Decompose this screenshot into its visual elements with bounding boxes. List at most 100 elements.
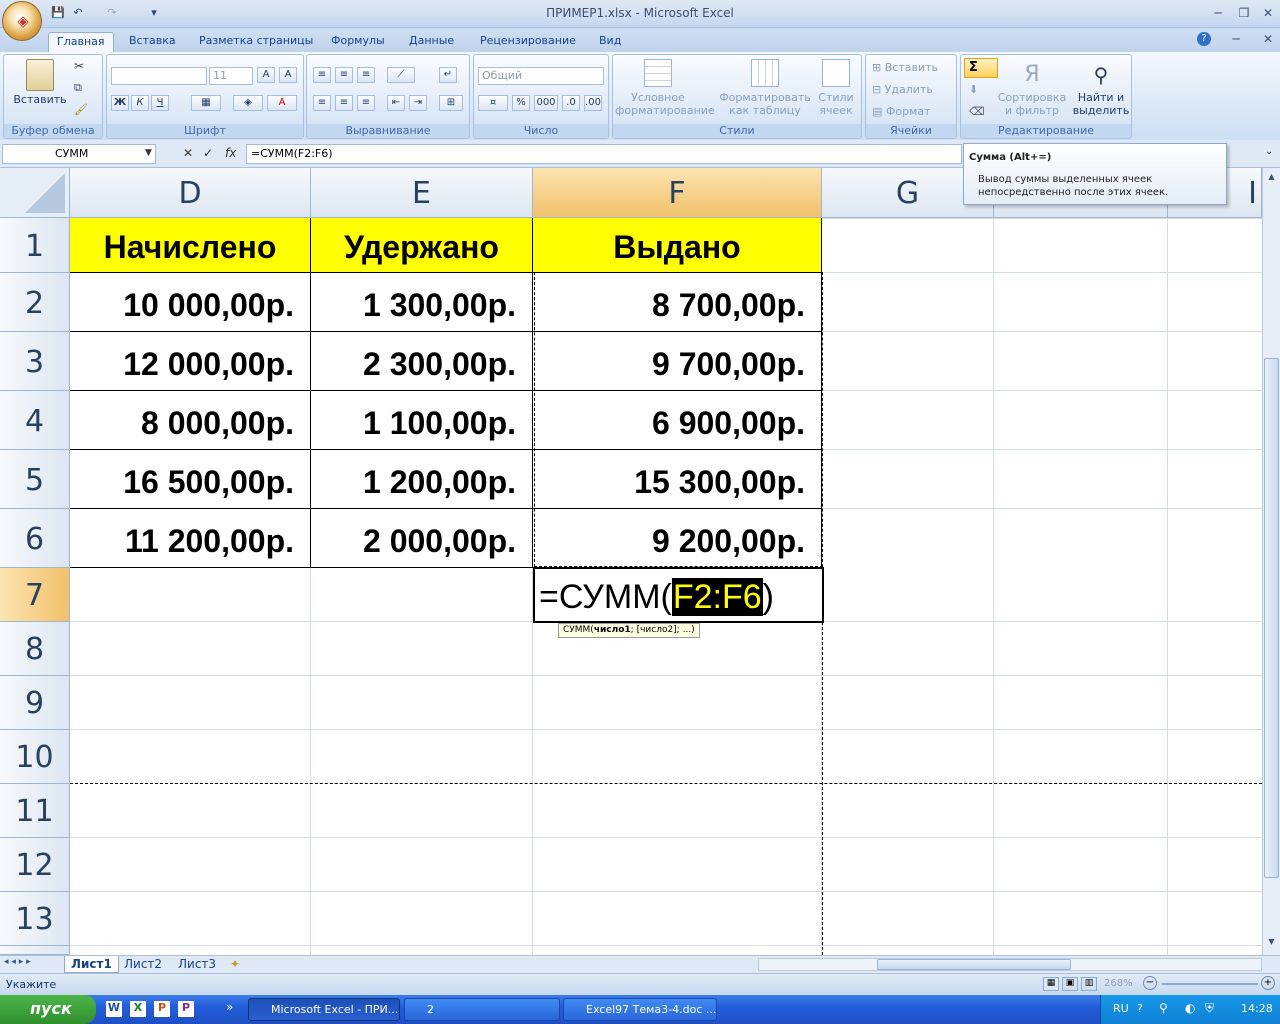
help-tray-icon[interactable]: ? <box>1137 1002 1143 1015</box>
redo-icon[interactable]: ↷ <box>104 5 120 21</box>
tab-page-layout[interactable]: Разметка страницы <box>191 32 321 52</box>
font-name-combo[interactable] <box>111 67 207 85</box>
network-tray-icon[interactable]: ⚲ <box>1159 1001 1168 1015</box>
tab-formulas[interactable]: Формулы <box>323 32 393 52</box>
cell-e4[interactable]: 1 100,00р. <box>311 391 533 450</box>
taskbar-word-window[interactable]: Excel97 Тема3-4.doc ... <box>563 998 717 1021</box>
orientation-icon[interactable]: ⟋ <box>387 67 415 83</box>
cut-icon[interactable]: ✂ <box>74 59 84 73</box>
percent-icon[interactable]: % <box>512 95 530 111</box>
cell-e2[interactable]: 1 300,00р. <box>311 273 533 332</box>
currency-icon[interactable]: ¤ <box>478 95 508 111</box>
powerpoint-quicklaunch-icon[interactable]: P <box>154 1001 170 1017</box>
save-icon[interactable]: 💾 <box>50 5 66 21</box>
fill-icon[interactable]: ⬇ <box>969 83 978 96</box>
name-box-dropdown-icon[interactable]: ▼ <box>145 148 152 158</box>
paste-button[interactable]: Вставить <box>10 59 70 113</box>
excel-quicklaunch-icon[interactable]: X <box>130 1001 146 1017</box>
row-header-1[interactable]: 1 <box>0 218 70 273</box>
security-tray-icon[interactable]: ⛨ <box>1205 1001 1214 1016</box>
ribbon-minimize-icon[interactable]: ─ <box>1224 30 1248 48</box>
italic-button[interactable]: К <box>131 95 149 111</box>
function-hint[interactable]: СУММ(число1; [число2]; ...) <box>558 623 700 638</box>
row-header-9[interactable]: 9 <box>0 676 70 730</box>
cell-d1[interactable]: Начислено <box>70 218 311 273</box>
cell-f7-editor[interactable]: =СУММ(F2:F6) <box>533 567 824 623</box>
align-middle-icon[interactable]: ≡ <box>335 67 353 83</box>
cell-d2[interactable]: 10 000,00р. <box>70 273 311 332</box>
align-bottom-icon[interactable]: ≡ <box>357 67 375 83</box>
shrink-font-icon[interactable]: A <box>279 67 297 83</box>
underline-button[interactable]: Ч <box>151 95 169 111</box>
format-cells-button[interactable]: ▤ Формат <box>872 105 931 118</box>
word-quicklaunch-icon[interactable]: W <box>106 1001 122 1017</box>
volume-tray-icon[interactable]: ◐ <box>1185 1001 1195 1015</box>
copy-icon[interactable]: ⧉ <box>74 81 82 95</box>
vertical-scroll-thumb[interactable] <box>1264 358 1279 878</box>
select-all-corner[interactable] <box>0 168 70 218</box>
taskbar-excel-window[interactable]: Microsoft Excel - ПРИ... <box>248 998 400 1021</box>
cell-d4[interactable]: 8 000,00р. <box>70 391 311 450</box>
tab-view[interactable]: Вид <box>591 32 629 52</box>
delete-cells-button[interactable]: ⊟ Удалить <box>872 83 933 96</box>
bold-button[interactable]: Ж <box>111 95 129 111</box>
autosum-button[interactable]: Σ <box>964 58 998 78</box>
zoom-out-icon[interactable]: − <box>1143 976 1157 990</box>
cell-e1[interactable]: Удержано <box>311 218 533 273</box>
cell-d5[interactable]: 16 500,00р. <box>70 450 311 509</box>
first-sheet-icon[interactable]: ◂ ◂ ▸ ▸ <box>4 957 31 967</box>
cell-f1[interactable]: Выдано <box>533 218 822 273</box>
merge-center-icon[interactable]: ⊞ <box>439 95 463 111</box>
cell-e5[interactable]: 1 200,00р. <box>311 450 533 509</box>
tab-data[interactable]: Данные <box>401 32 462 52</box>
tab-home[interactable]: Главная <box>48 32 114 52</box>
align-right-icon[interactable]: ≡ <box>357 95 375 111</box>
minimize-button[interactable]: ─ <box>1206 4 1230 22</box>
cell-e6[interactable]: 2 000,00р. <box>311 509 533 568</box>
column-header-f[interactable]: F <box>533 168 822 218</box>
maximize-button[interactable]: ❐ <box>1232 4 1256 22</box>
sheet-tab-3[interactable]: Лист3 <box>172 956 222 973</box>
publisher-quicklaunch-icon[interactable]: P <box>178 1001 194 1017</box>
font-color-icon[interactable]: A <box>267 95 297 111</box>
page-layout-view-icon[interactable]: ▣ <box>1062 977 1078 991</box>
row-header-5[interactable]: 5 <box>0 450 70 509</box>
wrap-text-icon[interactable]: ↵ <box>439 67 457 83</box>
borders-icon[interactable]: ▦ <box>191 95 221 111</box>
row-header-3[interactable]: 3 <box>0 332 70 391</box>
grow-font-icon[interactable]: A <box>257 67 275 83</box>
zoom-level[interactable]: 268% <box>1104 978 1133 989</box>
sheet-tab-1[interactable]: Лист1 <box>64 956 119 973</box>
ribbon-close-icon[interactable]: ✕ <box>1256 30 1280 48</box>
conditional-format-button[interactable]: Условное форматирование <box>615 59 715 117</box>
row-header-12[interactable]: 12 <box>0 838 70 892</box>
row-header-11[interactable]: 11 <box>0 784 70 838</box>
column-header-d[interactable]: D <box>70 168 311 218</box>
number-format-combo[interactable]: Общий <box>478 67 604 85</box>
find-select-button[interactable]: ⚲ Найти и выделить <box>1071 59 1131 117</box>
horizontal-scrollbar[interactable] <box>758 958 1262 971</box>
row-header-6[interactable]: 6 <box>0 509 70 568</box>
fill-color-icon[interactable]: ◈ <box>233 95 263 111</box>
row-header-7[interactable]: 7 <box>0 568 70 622</box>
cell-e3[interactable]: 2 300,00р. <box>311 332 533 391</box>
thousands-button[interactable]: 000 <box>534 95 558 111</box>
cell-d3[interactable]: 12 000,00р. <box>70 332 311 391</box>
increase-decimal-icon[interactable]: .0 <box>562 95 580 111</box>
zoom-slider[interactable] <box>1162 983 1258 985</box>
cancel-icon[interactable]: ✕ <box>183 146 193 160</box>
name-box[interactable]: СУММ <box>2 144 156 164</box>
tab-insert[interactable]: Вставка <box>121 32 184 52</box>
formula-input[interactable]: =СУММ(F2:F6) <box>246 144 962 164</box>
office-button[interactable]: ◈ <box>2 1 42 41</box>
sort-filter-button[interactable]: Я Сортировка и фильтр <box>995 59 1069 117</box>
format-as-table-button[interactable]: Форматировать как таблицу <box>717 59 813 117</box>
enter-icon[interactable]: ✓ <box>203 146 213 160</box>
horizontal-scroll-thumb[interactable] <box>877 959 1071 970</box>
cell-d6[interactable]: 11 200,00р. <box>70 509 311 568</box>
cell-styles-button[interactable]: Стили ячеек <box>811 59 861 117</box>
increase-indent-icon[interactable]: ⇥ <box>409 95 427 111</box>
help-icon[interactable]: ? <box>1197 32 1211 46</box>
page-break-view-icon[interactable]: ▥ <box>1081 977 1097 991</box>
row-header-14[interactable] <box>0 946 70 955</box>
